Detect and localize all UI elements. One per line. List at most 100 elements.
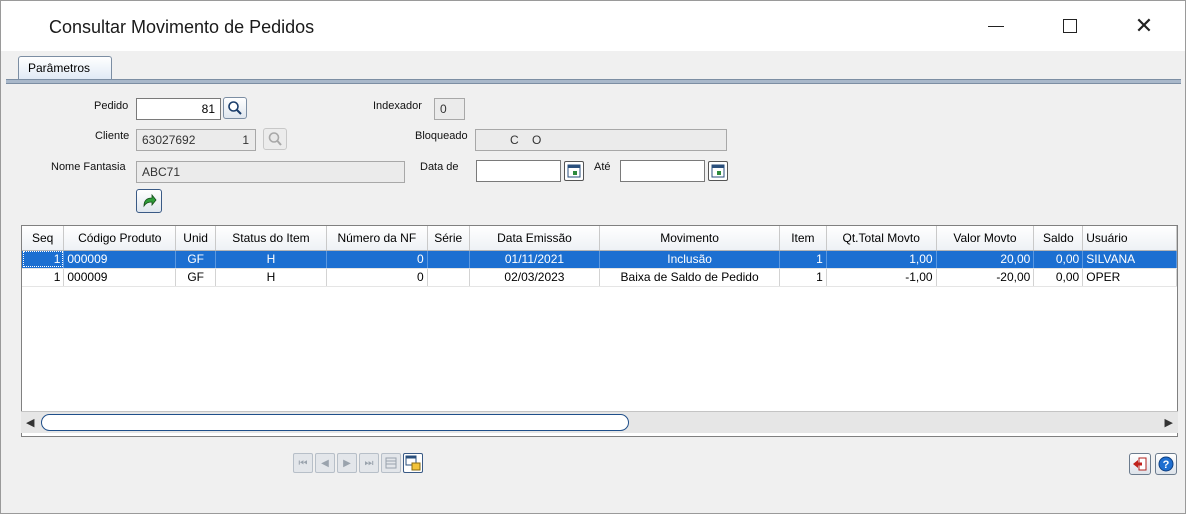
cell-saldo: 0,00 <box>1033 250 1084 269</box>
last-icon: ⏭ <box>364 457 374 469</box>
cell-nf: 0 <box>326 250 428 269</box>
column-header[interactable]: Série <box>427 226 470 251</box>
prev-record-button[interactable]: ◀ <box>315 453 335 473</box>
grid-header-row: Seq Código Produto Unid Status do Item N… <box>22 226 1177 251</box>
data-de-calendar-button[interactable] <box>564 161 584 181</box>
nome-fantasia-field: ABC71 <box>136 161 405 183</box>
table-row[interactable]: 1 000009 GF H 0 01/11/2021 Inclusão 1 1,… <box>22 250 1177 269</box>
tab-strip: Parâmetros <box>6 52 1182 80</box>
cliente-label: Cliente <box>95 130 130 142</box>
cell-qt: 1,00 <box>826 250 937 269</box>
cell-unid: GF <box>175 268 217 287</box>
cliente-code: 63027692 <box>142 133 196 147</box>
cell-serie <box>427 250 470 269</box>
refresh-button[interactable] <box>136 189 162 213</box>
cell-codigo: 000009 <box>63 268 177 287</box>
cell-valor: -20,00 <box>936 268 1035 287</box>
column-header[interactable]: Saldo <box>1033 226 1084 251</box>
cell-qt: -1,00 <box>826 268 937 287</box>
indexador-label: Indexador <box>373 100 422 112</box>
scrollbar-thumb[interactable] <box>41 414 629 431</box>
tab-parametros[interactable]: Parâmetros <box>18 56 112 80</box>
horizontal-scrollbar[interactable]: ◀ ▶ <box>21 411 1178 433</box>
column-header[interactable]: Valor Movto <box>936 226 1035 251</box>
calendar-icon <box>711 164 725 178</box>
ate-input[interactable] <box>620 160 705 182</box>
cell-usuario: SILVANA <box>1082 250 1177 269</box>
prev-icon: ◀ <box>321 457 329 469</box>
movements-grid[interactable]: Seq Código Produto Unid Status do Item N… <box>21 225 1178 437</box>
column-header[interactable]: Unid <box>175 226 217 251</box>
cell-valor: 20,00 <box>936 250 1035 269</box>
grid-view-button[interactable] <box>381 453 401 473</box>
exit-button[interactable] <box>1129 453 1151 475</box>
close-icon: ✕ <box>1134 13 1154 38</box>
close-button[interactable]: ✕ <box>1121 1 1167 51</box>
bloqueado-label: Bloqueado <box>415 130 468 142</box>
help-button[interactable]: ? <box>1155 453 1177 475</box>
window-title: Consultar Movimento de Pedidos <box>49 17 315 37</box>
bloqueado-field: C O <box>475 129 727 151</box>
export-button[interactable] <box>403 453 423 473</box>
cell-data: 02/03/2023 <box>469 268 601 287</box>
first-record-button[interactable]: ⏮ <box>293 453 313 473</box>
column-header[interactable]: Qt.Total Movto <box>826 226 937 251</box>
indexador-field: 0 <box>434 98 465 120</box>
ate-calendar-button[interactable] <box>708 161 728 181</box>
column-header[interactable]: Status do Item <box>215 226 327 251</box>
minimize-icon <box>988 25 1004 27</box>
pedido-input[interactable]: 81 <box>136 98 221 120</box>
grid-icon <box>385 457 397 469</box>
cell-saldo: 0,00 <box>1033 268 1084 287</box>
exit-icon <box>1133 457 1147 471</box>
green-arrow-icon <box>143 193 157 208</box>
scroll-right-icon[interactable]: ▶ <box>1165 416 1173 429</box>
movements-table: Seq Código Produto Unid Status do Item N… <box>22 226 1177 287</box>
search-icon <box>228 101 242 115</box>
ate-label: Até <box>594 161 611 173</box>
pedido-search-button[interactable] <box>223 97 247 119</box>
maximize-button[interactable] <box>1047 1 1093 51</box>
last-record-button[interactable]: ⏭ <box>359 453 379 473</box>
next-record-button[interactable]: ▶ <box>337 453 357 473</box>
cell-seq: 1 <box>22 250 65 269</box>
nome-fantasia-label: Nome Fantasia <box>51 161 126 173</box>
table-row[interactable]: 1 000009 GF H 0 02/03/2023 Baixa de Sald… <box>22 268 1177 287</box>
column-header[interactable]: Código Produto <box>63 226 177 251</box>
column-header[interactable]: Data Emissão <box>469 226 601 251</box>
main-window: Consultar Movimento de Pedidos ✕ Parâmet… <box>0 0 1186 514</box>
pedido-label: Pedido <box>94 100 129 112</box>
first-icon: ⏮ <box>298 457 308 469</box>
cliente-number: 1 <box>242 133 249 147</box>
record-navigator: ⏮ ◀ ▶ ⏭ <box>293 453 423 475</box>
cell-codigo: 000009 <box>63 250 177 269</box>
cell-unid: GF <box>175 250 217 269</box>
column-header[interactable]: Número da NF <box>326 226 428 251</box>
cell-usuario: OPER <box>1082 268 1177 287</box>
help-icon: ? <box>1158 456 1174 472</box>
column-header[interactable]: Seq <box>22 226 65 251</box>
cliente-search-button[interactable] <box>263 128 287 150</box>
data-de-input[interactable] <box>476 160 561 182</box>
cell-item: 1 <box>779 268 827 287</box>
search-icon <box>268 132 282 146</box>
maximize-icon <box>1063 19 1077 33</box>
column-header[interactable]: Movimento <box>599 226 780 251</box>
data-de-label: Data de <box>420 161 459 173</box>
cliente-field: 63027692 1 <box>136 129 256 151</box>
cell-movimento: Inclusão <box>599 250 780 269</box>
cell-status: H <box>215 268 327 287</box>
calendar-icon <box>567 164 581 178</box>
cell-data: 01/11/2021 <box>469 250 601 269</box>
cell-serie <box>427 268 470 287</box>
svg-text:?: ? <box>1163 459 1170 471</box>
cell-status: H <box>215 250 327 269</box>
export-icon <box>405 455 421 471</box>
tab-divider <box>6 79 1181 84</box>
scroll-left-icon[interactable]: ◀ <box>26 416 34 429</box>
cell-item: 1 <box>779 250 827 269</box>
cell-seq: 1 <box>22 268 65 287</box>
column-header[interactable]: Usuário <box>1082 226 1177 251</box>
minimize-button[interactable] <box>973 1 1019 51</box>
column-header[interactable]: Item <box>779 226 827 251</box>
